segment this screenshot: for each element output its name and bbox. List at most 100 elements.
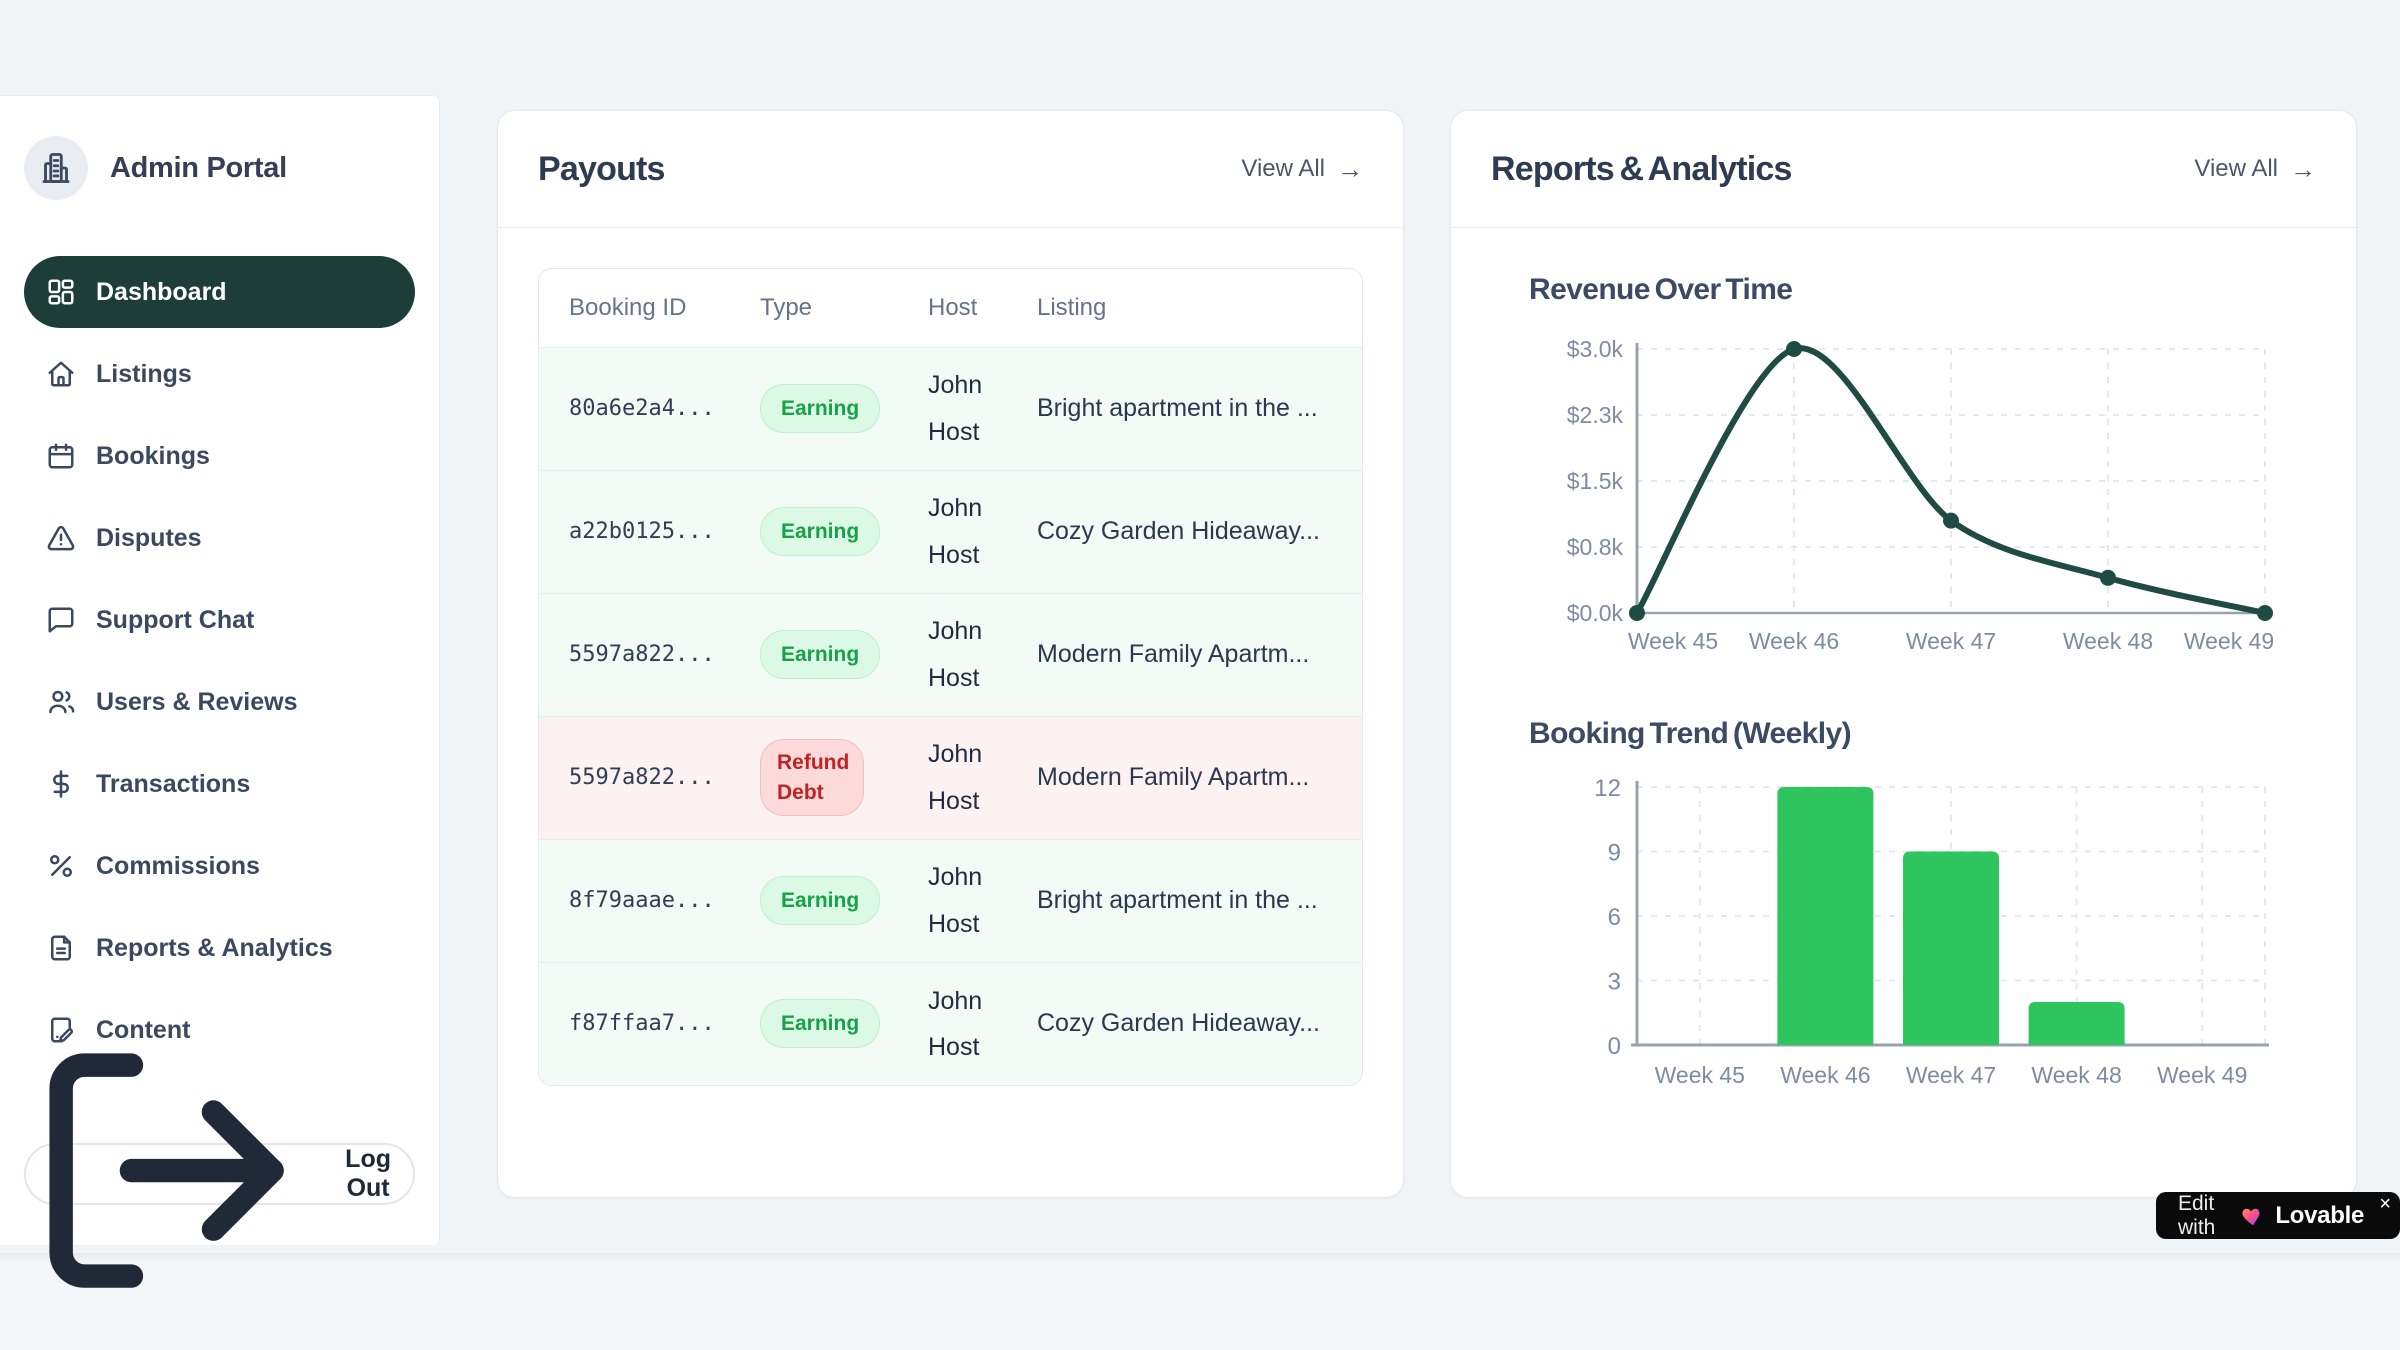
svg-text:Week 47: Week 47 (1906, 628, 1996, 654)
table-row: 5597a822...Refund Debt John HostModern Fa… (539, 716, 1362, 839)
view-all-label: View All (2194, 155, 2278, 183)
booking-trend-bar-chart: 036912Week 45Week 46Week 47Week 48Week 4… (1565, 773, 2295, 1108)
table-row: 5597a822...Earning John HostModern Family… (539, 593, 1362, 716)
svg-text:6: 6 (1608, 904, 1621, 931)
booking-id: f87ffaa7... (539, 962, 760, 1085)
sidebar-item-dashboard[interactable]: Dashboard (24, 256, 415, 328)
table-header-row: Booking ID Type Host Listing (539, 269, 1362, 347)
calendar-icon (46, 441, 76, 471)
booking-id: a22b0125... (539, 470, 760, 593)
type-cell: Earning (760, 347, 928, 470)
message-square-icon (46, 605, 76, 635)
svg-text:Week 45: Week 45 (1628, 628, 1718, 654)
sidebar-item-listings[interactable]: Listings (24, 338, 415, 410)
payouts-card-header: Payouts View All → (498, 111, 1403, 228)
booking-id: 80a6e2a4... (539, 347, 760, 470)
revenue-line-chart: $0.0k$0.8k$1.5k$2.3k$3.0kWeek 45Week 46W… (1565, 335, 2295, 670)
lovable-prefix: Edit with (2178, 1192, 2231, 1240)
sidebar-item-commissions[interactable]: Commissions (24, 830, 415, 902)
svg-text:0: 0 (1608, 1033, 1621, 1060)
host-cell: John Host (928, 839, 1037, 962)
lovable-heart-icon (2241, 1204, 2265, 1228)
edit-with-lovable-badge[interactable]: Edit with Lovable × (2156, 1192, 2400, 1239)
svg-text:Week 49: Week 49 (2184, 628, 2274, 654)
close-icon[interactable]: × (2379, 1194, 2391, 1214)
host-cell: John Host (928, 470, 1037, 593)
dollar-sign-icon (46, 769, 76, 799)
header-booking-id: Booking ID (539, 269, 760, 347)
arrow-right-icon: → (2290, 154, 2316, 185)
svg-text:Week 47: Week 47 (1906, 1062, 1996, 1088)
payouts-title: Payouts (538, 150, 665, 189)
svg-text:Week 49: Week 49 (2157, 1062, 2247, 1088)
type-badge: Refund Debt (760, 739, 864, 816)
svg-text:Week 46: Week 46 (1749, 628, 1839, 654)
sidebar-logo-row: Admin Portal (0, 96, 439, 200)
admin-portal-app: Admin Portal Dashboard Listings Bookings Di… (0, 0, 2400, 1350)
svg-text:Week 48: Week 48 (2063, 628, 2153, 654)
svg-text:$0.8k: $0.8k (1567, 534, 1624, 560)
host-cell: John Host (928, 347, 1037, 470)
users-icon (46, 687, 76, 717)
sidebar-item-reports-analytics[interactable]: Reports & Analytics (24, 912, 415, 984)
sidebar-item-label: Transactions (96, 770, 250, 799)
type-badge: Earning (760, 999, 880, 1048)
host-cell: John Host (928, 593, 1037, 716)
sidebar-item-label: Dashboard (96, 278, 227, 307)
payouts-table-container: Booking ID Type Host Listing 80a6e2a4...… (538, 268, 1363, 1086)
booking-id: 8f79aaae... (539, 839, 760, 962)
sidebar-item-label: Support Chat (96, 606, 254, 635)
svg-text:$1.5k: $1.5k (1567, 468, 1624, 494)
app-title: Admin Portal (110, 152, 287, 185)
sidebar-item-bookings[interactable]: Bookings (24, 420, 415, 492)
log-out-icon (26, 1030, 307, 1318)
type-badge: Earning (760, 384, 880, 433)
payouts-card: Payouts View All → Booking ID Type Host … (497, 110, 1404, 1198)
host-cell: John Host (928, 962, 1037, 1085)
listing-cell: Bright apartment in the ... (1037, 347, 1362, 470)
listing-cell: Modern Family Apartm... (1037, 716, 1362, 839)
reports-view-all-link[interactable]: View All → (2194, 154, 2316, 185)
table-row: 80a6e2a4...Earning John HostBright apartm… (539, 347, 1362, 470)
sidebar-nav: Dashboard Listings Bookings Disputes Support… (0, 256, 439, 1066)
sidebar-item-support-chat[interactable]: Support Chat (24, 584, 415, 656)
reports-card: Reports & Analytics View All → Revenue O… (1450, 110, 2357, 1198)
sidebar-item-label: Bookings (96, 442, 210, 471)
svg-text:Week 45: Week 45 (1655, 1062, 1745, 1088)
svg-text:$3.0k: $3.0k (1567, 336, 1624, 362)
type-cell: Earning (760, 593, 928, 716)
sidebar-item-label: Disputes (96, 524, 202, 553)
type-badge: Earning (760, 630, 880, 679)
type-cell: Earning (760, 962, 928, 1085)
sidebar-item-users-reviews[interactable]: Users & Reviews (24, 666, 415, 738)
type-badge: Earning (760, 507, 880, 556)
reports-card-header: Reports & Analytics View All → (1451, 111, 2356, 228)
type-cell: Earning (760, 470, 928, 593)
table-row: f87ffaa7...Earning John HostCozy Garden H… (539, 962, 1362, 1085)
booking-id: 5597a822... (539, 593, 760, 716)
alert-triangle-icon (46, 523, 76, 553)
booking-id: 5597a822... (539, 716, 760, 839)
payouts-view-all-link[interactable]: View All → (1241, 154, 1363, 185)
lovable-brand: Lovable (2275, 1202, 2364, 1230)
svg-text:3: 3 (1608, 969, 1621, 996)
host-cell: John Host (928, 716, 1037, 839)
listing-cell: Cozy Garden Hideaway... (1037, 470, 1362, 593)
svg-text:9: 9 (1608, 840, 1621, 867)
listing-cell: Bright apartment in the ... (1037, 839, 1362, 962)
type-badge: Earning (760, 876, 880, 925)
view-all-label: View All (1241, 155, 1325, 183)
layout-dashboard-icon (46, 277, 76, 307)
svg-text:$0.0k: $0.0k (1567, 600, 1624, 626)
sidebar-item-transactions[interactable]: Transactions (24, 748, 415, 820)
percent-icon (46, 851, 76, 881)
listing-cell: Cozy Garden Hideaway... (1037, 962, 1362, 1085)
listing-cell: Modern Family Apartm... (1037, 593, 1362, 716)
log-out-button[interactable]: Log Out (24, 1143, 415, 1205)
sidebar-item-label: Reports & Analytics (96, 934, 333, 963)
table-row: 8f79aaae...Earning John HostBright apartm… (539, 839, 1362, 962)
home-icon (46, 359, 76, 389)
revenue-chart-title: Revenue Over Time (1529, 273, 2356, 307)
sidebar-item-disputes[interactable]: Disputes (24, 502, 415, 574)
reports-title: Reports & Analytics (1491, 150, 1792, 189)
